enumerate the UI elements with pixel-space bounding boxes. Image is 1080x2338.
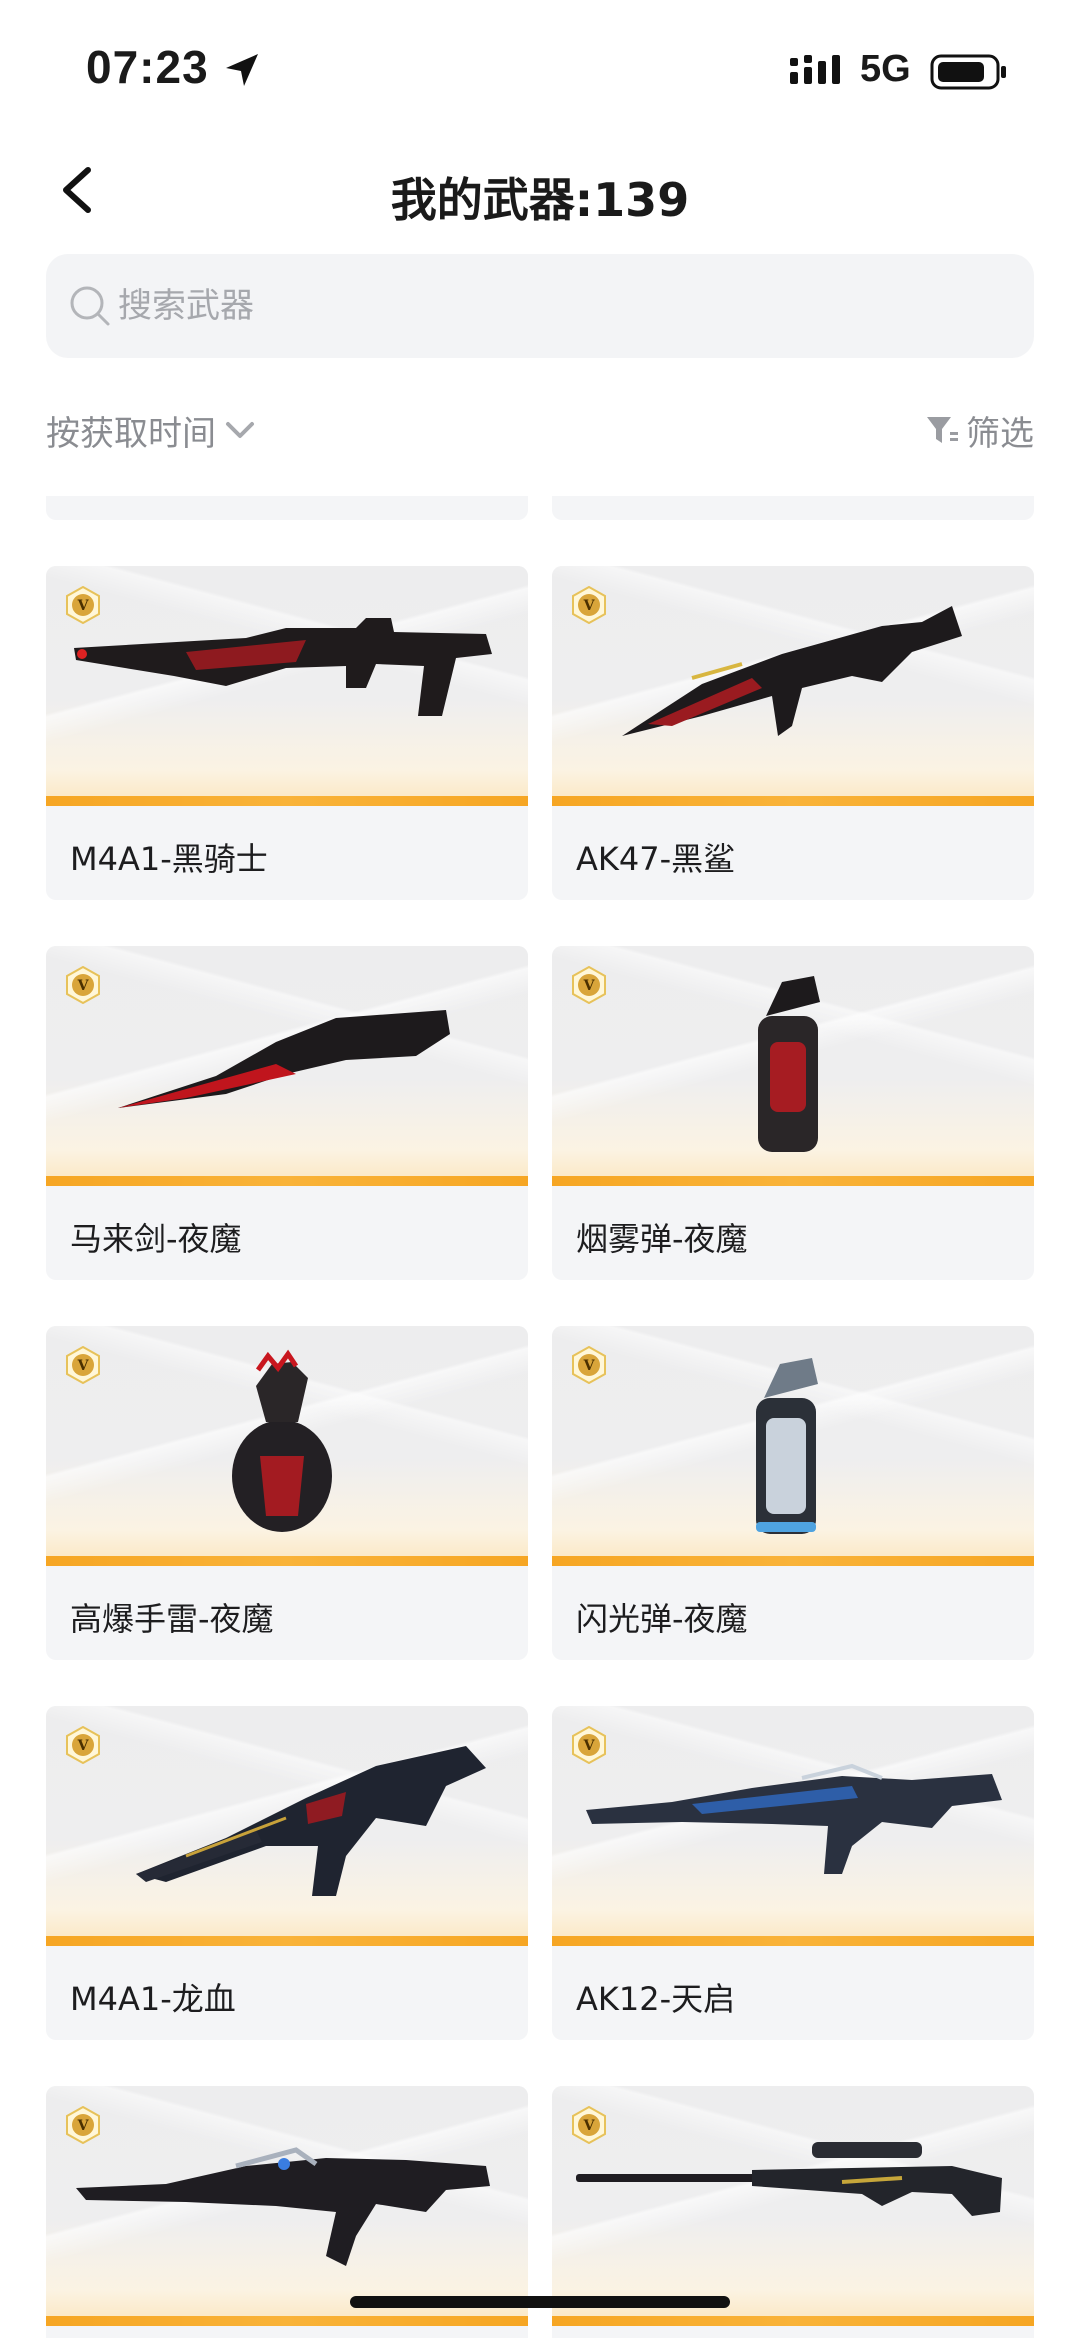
sort-dropdown[interactable]: 按获取时间: [46, 400, 258, 460]
flashbang-icon: [756, 1358, 818, 1534]
search-input[interactable]: [118, 254, 998, 358]
vip-badge-icon: V: [66, 586, 100, 624]
weapon-card[interactable]: V AK47-黑鲨: [552, 566, 1034, 900]
svg-text:V: V: [583, 1358, 596, 1374]
weapon-grid: V M4A1-黑骑士 V AK47-黑鲨 V 马来剑-夜魔 V 烟雾弹-夜魔 V…: [46, 566, 1034, 2338]
nav-bar: 我的武器:139: [0, 140, 1080, 240]
weapon-name: 闪光弹-夜魔: [576, 1600, 748, 1638]
filter-label: 筛选: [966, 413, 1034, 454]
weapon-name: AK12-天启: [576, 1980, 736, 2018]
weapon-name: 高爆手雷-夜魔: [70, 1600, 274, 1638]
vip-badge-icon: V: [572, 1726, 606, 1764]
rarity-bar: [552, 2316, 1034, 2326]
rifle-icon: [136, 1746, 486, 1896]
weapon-card[interactable]: V M4A1-龙血: [46, 1706, 528, 2040]
battery-icon: [930, 54, 1006, 90]
status-bar: 07:23 5G: [0, 0, 1080, 140]
rarity-bar: [46, 1936, 528, 1946]
network-type: 5G: [860, 48, 911, 90]
location-arrow-icon: [226, 54, 258, 86]
weapon-card[interactable]: V 马来剑-夜魔: [46, 946, 528, 1280]
vip-badge-icon: V: [66, 1726, 100, 1764]
weapon-card[interactable]: V 高爆手雷-夜魔: [46, 1326, 528, 1660]
vip-badge-icon: V: [66, 2106, 100, 2144]
weapon-name: AK47-黑鲨: [576, 840, 736, 878]
svg-text:V: V: [583, 598, 596, 614]
rarity-bar: [552, 1556, 1034, 1566]
rifle-icon: [622, 606, 962, 736]
blade-icon: [118, 1010, 450, 1108]
vip-badge-icon: V: [66, 1346, 100, 1384]
rifle-icon: [74, 618, 492, 716]
weapon-card-partial[interactable]: [552, 496, 1034, 520]
filter-button[interactable]: 筛选: [924, 400, 1034, 460]
cellular-signal-icon: [790, 55, 840, 84]
weapon-name: M4A1-黑骑士: [70, 840, 268, 878]
rarity-bar: [46, 796, 528, 806]
rifle-icon: [76, 2147, 490, 2266]
vip-badge-icon: V: [572, 1346, 606, 1384]
rarity-bar: [46, 2316, 528, 2326]
page-title: 我的武器:139: [390, 173, 690, 227]
sort-filter-bar: 按获取时间 筛选: [0, 400, 1080, 460]
rarity-bar: [46, 1556, 528, 1566]
vip-badge-icon: V: [66, 966, 100, 1004]
grenade-icon: [232, 1349, 332, 1532]
sniper-rifle-icon: [576, 2142, 1002, 2216]
rifle-icon: [586, 1763, 1002, 1874]
vip-badge-icon: V: [572, 586, 606, 624]
sort-label: 按获取时间: [46, 413, 216, 454]
svg-text:V: V: [583, 978, 596, 994]
svg-text:V: V: [77, 978, 90, 994]
filter-icon: [927, 417, 958, 443]
smoke-grenade-icon: [758, 976, 820, 1152]
status-time: 07:23: [86, 41, 209, 93]
svg-text:V: V: [583, 1738, 596, 1754]
vip-badge-icon: V: [572, 966, 606, 1004]
weapon-card[interactable]: V 闪光弹-夜魔: [552, 1326, 1034, 1660]
weapon-card-partial[interactable]: [46, 496, 528, 520]
vip-badge-icon: V: [572, 2106, 606, 2144]
rarity-bar: [46, 1176, 528, 1186]
weapon-card[interactable]: V M4A1-黑骑士: [46, 566, 528, 900]
weapon-name: 马来剑-夜魔: [70, 1220, 242, 1258]
search-bar[interactable]: [46, 254, 1034, 358]
weapon-card[interactable]: V AK12-天启: [552, 1706, 1034, 2040]
chevron-down-icon: [226, 422, 254, 438]
rarity-bar: [552, 1176, 1034, 1186]
weapon-name: M4A1-龙血: [70, 1980, 236, 2018]
search-icon: [70, 286, 110, 326]
svg-text:V: V: [77, 1738, 90, 1754]
weapon-list[interactable]: V M4A1-黑骑士 V AK47-黑鲨 V 马来剑-夜魔 V 烟雾弹-夜魔 V…: [0, 496, 1080, 2338]
svg-text:V: V: [77, 2118, 90, 2134]
rarity-bar: [552, 796, 1034, 806]
weapon-card[interactable]: V 烟雾弹-夜魔: [552, 946, 1034, 1280]
svg-text:V: V: [583, 2118, 596, 2134]
svg-text:V: V: [77, 598, 90, 614]
svg-text:V: V: [77, 1358, 90, 1374]
rarity-bar: [552, 1936, 1034, 1946]
weapon-name: 烟雾弹-夜魔: [576, 1220, 748, 1258]
home-indicator[interactable]: [350, 2296, 730, 2308]
